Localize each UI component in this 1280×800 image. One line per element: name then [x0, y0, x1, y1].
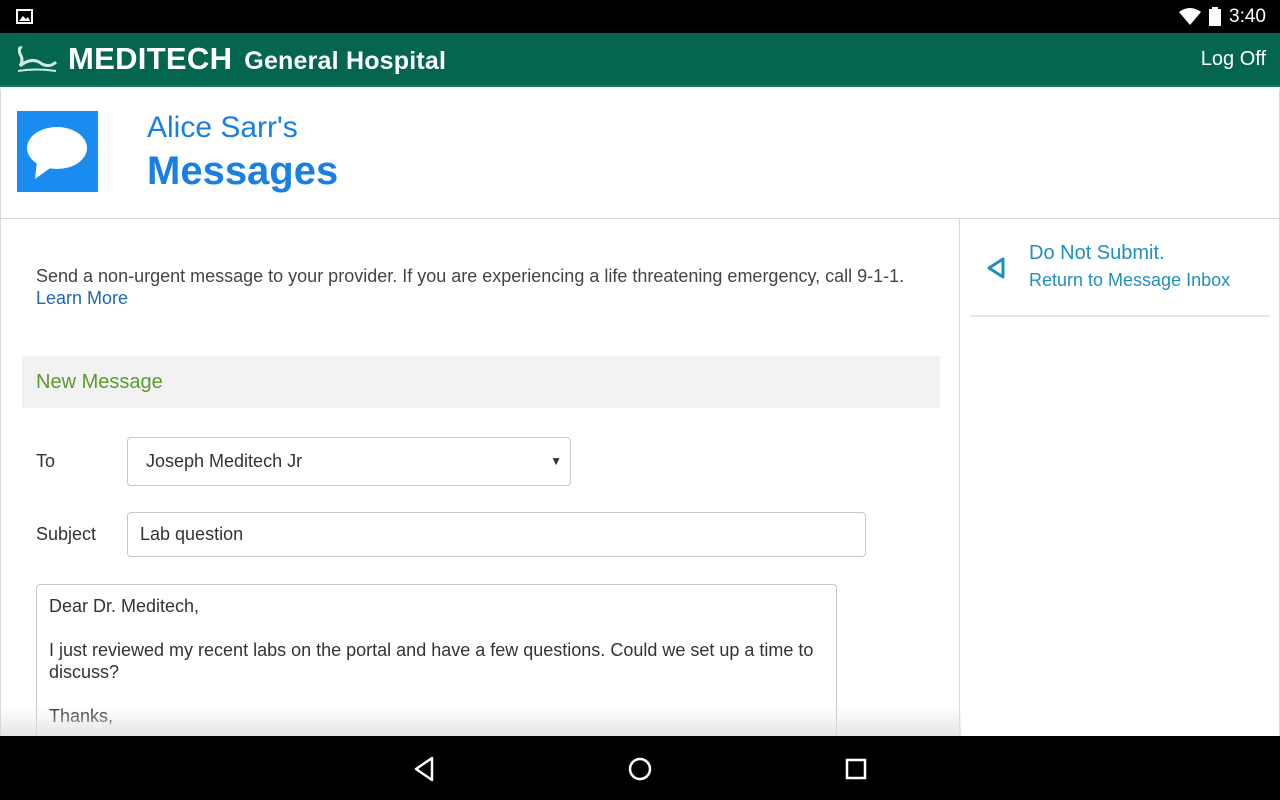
image-notification-icon	[16, 9, 33, 24]
return-to-inbox-link[interactable]: Do Not Submit. Return to Message Inbox	[970, 239, 1270, 317]
status-time: 3:40	[1229, 5, 1266, 27]
recipient-value: Joseph Meditech Jr	[146, 451, 303, 471]
swan-logo-icon	[17, 46, 58, 72]
home-nav-icon[interactable]	[625, 754, 655, 784]
new-message-section-header: New Message	[22, 356, 940, 408]
wifi-icon	[1179, 8, 1202, 25]
back-arrow-icon	[987, 257, 1005, 279]
battery-icon	[1209, 7, 1222, 26]
learn-more-link[interactable]: Learn More	[36, 287, 936, 309]
sidebar: Do Not Submit. Return to Message Inbox	[960, 219, 1280, 736]
hospital-name: General Hospital	[244, 47, 447, 75]
page-title: Messages	[147, 149, 339, 193]
main-content: Send a non-urgent message to your provid…	[0, 219, 961, 764]
to-label: To	[36, 451, 56, 471]
notice-text: Send a non-urgent message to your provid…	[36, 266, 905, 286]
emergency-notice: Send a non-urgent message to your provid…	[36, 265, 936, 309]
messages-icon	[17, 111, 98, 192]
brand-name: MEDITECH	[68, 41, 233, 76]
page-heading: Alice Sarr's Messages	[0, 89, 1280, 219]
patient-name: Alice Sarr's	[147, 111, 298, 144]
hospital-logo: MEDITECH General Hospital	[16, 41, 446, 77]
return-to-inbox-label: Return to Message Inbox	[1029, 270, 1231, 290]
dropdown-caret-icon: ▼	[550, 454, 562, 468]
do-not-submit-label: Do Not Submit.	[1029, 242, 1165, 264]
log-off-button[interactable]: Log Off	[1201, 48, 1266, 71]
back-nav-icon[interactable]	[410, 754, 440, 784]
recipient-select[interactable]: Joseph Meditech Jr ▼	[127, 437, 571, 486]
subject-input[interactable]	[127, 512, 866, 557]
status-bar: 3:40	[0, 0, 1280, 33]
recents-nav-icon[interactable]	[841, 754, 871, 784]
navigation-bar	[0, 736, 1280, 800]
subject-label: Subject	[36, 524, 97, 544]
app-header: MEDITECH General Hospital Log Off	[0, 33, 1280, 87]
